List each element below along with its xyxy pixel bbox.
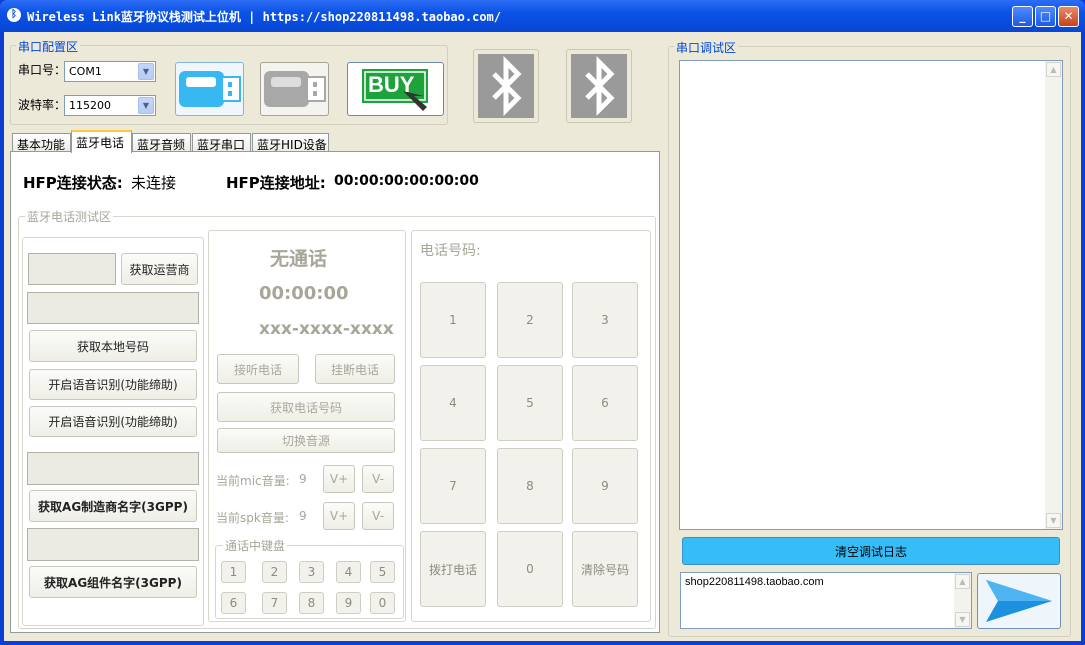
dtmf-key-1[interactable]: 1 (221, 561, 246, 583)
dtmf-key-5[interactable]: 5 (370, 561, 395, 583)
dtmf-key-3[interactable]: 3 (299, 561, 324, 583)
chevron-down-icon[interactable]: ▼ (138, 63, 154, 80)
tab-bt-serial[interactable]: 蓝牙串口 (192, 133, 251, 152)
keypad-key-2[interactable]: 2 (497, 282, 563, 358)
hangup-call-button[interactable]: 挂断电话 (315, 354, 395, 384)
spk-volume-down-button[interactable]: V- (362, 502, 394, 530)
get-local-number-button[interactable]: 获取本地号码 (29, 330, 197, 362)
scroll-up-icon[interactable]: ▲ (955, 574, 970, 589)
scroll-down-icon[interactable]: ▼ (1046, 513, 1061, 528)
clear-log-button[interactable]: 清空调试日志 (682, 537, 1060, 565)
tab-bt-hid[interactable]: 蓝牙HID设备 (252, 133, 329, 152)
bluetooth-icon (478, 54, 534, 118)
phone-test-legend: 蓝牙电话测试区 (25, 208, 114, 225)
dtmf-key-7[interactable]: 7 (262, 592, 287, 614)
keypad-key-0[interactable]: 0 (497, 531, 563, 607)
debug-legend: 串口调试区 (674, 39, 739, 56)
usb-connected-icon (179, 71, 241, 107)
keypad-key-1[interactable]: 1 (420, 282, 486, 358)
hfp-address-label: HFP连接地址: (226, 174, 326, 192)
keypad-key-3[interactable]: 3 (572, 282, 638, 358)
get-ag-model-button[interactable]: 获取AG组件名字(3GPP) (29, 566, 197, 598)
dtmf-key-0[interactable]: 0 (370, 592, 395, 614)
chevron-down-icon[interactable]: ▼ (138, 97, 154, 114)
answer-call-button[interactable]: 接听电话 (217, 354, 299, 384)
usb-disconnect-button[interactable] (260, 62, 329, 116)
call-time: 00:00:00 (259, 283, 349, 304)
hfp-status-label: HFP连接状态: (23, 174, 123, 192)
dtmf-key-6[interactable]: 6 (221, 592, 246, 614)
close-button[interactable]: ✕ (1058, 6, 1079, 27)
operator-field[interactable] (28, 253, 116, 285)
dtmf-key-2[interactable]: 2 (262, 561, 287, 583)
tab-basic[interactable]: 基本功能 (12, 133, 71, 152)
minimize-button[interactable]: _ (1012, 6, 1033, 27)
maximize-button[interactable]: □ (1035, 6, 1056, 27)
baud-select[interactable]: 115200 ▼ (64, 95, 156, 116)
port-label: 串口号： (18, 63, 67, 77)
mic-volume-down-button[interactable]: V- (362, 465, 394, 493)
dial-button[interactable]: 拨打电话 (420, 531, 486, 607)
tab-bt-audio[interactable]: 蓝牙音频 (132, 133, 191, 152)
call-number: xxx-xxxx-xxxx (259, 319, 394, 339)
keypad-key-9[interactable]: 9 (572, 448, 638, 524)
tab-bt-phone[interactable]: 蓝牙电话 (71, 130, 132, 153)
serial-config-legend: 串口配置区 (16, 38, 81, 55)
keypad-key-5[interactable]: 5 (497, 365, 563, 441)
bluetooth-button-2[interactable] (566, 49, 632, 123)
usb-disconnected-icon (264, 71, 326, 107)
spk-volume-value: 9 (299, 509, 307, 523)
switch-audio-button[interactable]: 切换音源 (217, 428, 395, 453)
usb-connect-button[interactable] (175, 62, 244, 116)
bluetooth-icon (571, 54, 627, 118)
bluetooth-button-1[interactable] (473, 49, 539, 123)
mic-volume-up-button[interactable]: V+ (323, 465, 355, 493)
spk-volume-label: 当前spk音量: (216, 511, 289, 525)
send-input-text: shop220811498.taobao.com (685, 576, 824, 588)
bluetooth-app-icon: ᛒ (7, 8, 21, 22)
buy-button[interactable]: BUY (347, 62, 444, 116)
keypad-key-6[interactable]: 6 (572, 365, 638, 441)
baud-value: 115200 (69, 99, 111, 112)
dtmf-key-8[interactable]: 8 (299, 592, 324, 614)
phone-number-label: 电话号码: (420, 243, 481, 259)
dtmf-key-4[interactable]: 4 (336, 561, 361, 583)
mic-volume-label: 当前mic音量: (216, 474, 290, 488)
hfp-address-value: 00:00:00:00:00:00 (334, 173, 479, 189)
hfp-status-value: 未连接 (131, 174, 177, 192)
call-status: 无通话 (270, 248, 328, 270)
mic-volume-value: 9 (299, 472, 307, 486)
keypad-key-8[interactable]: 8 (497, 448, 563, 524)
get-phone-number-button[interactable]: 获取电话号码 (217, 392, 395, 422)
get-operator-button[interactable]: 获取运营商 (121, 253, 198, 285)
get-ag-manufacturer-button[interactable]: 获取AG制造商名字(3GPP) (29, 490, 197, 522)
local-number-field[interactable] (27, 292, 199, 324)
voice-recognition-button-2[interactable]: 开启语音识别(功能缔助) (29, 406, 197, 437)
port-select[interactable]: COM1 ▼ (64, 61, 156, 82)
log-scrollbar[interactable]: ▲ ▼ (1045, 61, 1062, 529)
clear-number-button[interactable]: 清除号码 (572, 531, 638, 607)
input-scrollbar[interactable]: ▲ ▼ (954, 573, 971, 628)
window-title: Wireless Link蓝牙协议栈测试上位机 | https://shop22… (27, 10, 502, 24)
scroll-up-icon[interactable]: ▲ (1046, 62, 1061, 77)
keypad-key-7[interactable]: 7 (420, 448, 486, 524)
ag-model-field[interactable] (27, 528, 199, 561)
debug-log[interactable]: ▲ ▼ (679, 60, 1063, 530)
send-button[interactable] (977, 573, 1061, 629)
voice-recognition-button-1[interactable]: 开启语音识别(功能缔助) (29, 369, 197, 400)
buy-text: BUY (368, 72, 415, 97)
send-input[interactable]: shop220811498.taobao.com ▲ ▼ (680, 572, 972, 629)
scroll-down-icon[interactable]: ▼ (955, 612, 970, 627)
keypad-key-4[interactable]: 4 (420, 365, 486, 441)
ag-manufacturer-field[interactable] (27, 452, 199, 485)
title-bar[interactable]: ᛒ Wireless Link蓝牙协议栈测试上位机 | https://shop… (0, 0, 1085, 32)
dtmf-legend: 通话中键盘 (223, 537, 288, 554)
send-arrow-icon (986, 580, 1052, 622)
spk-volume-up-button[interactable]: V+ (323, 502, 355, 530)
baud-label: 波特率： (18, 98, 67, 112)
port-value: COM1 (69, 65, 102, 78)
dtmf-key-9[interactable]: 9 (336, 592, 361, 614)
